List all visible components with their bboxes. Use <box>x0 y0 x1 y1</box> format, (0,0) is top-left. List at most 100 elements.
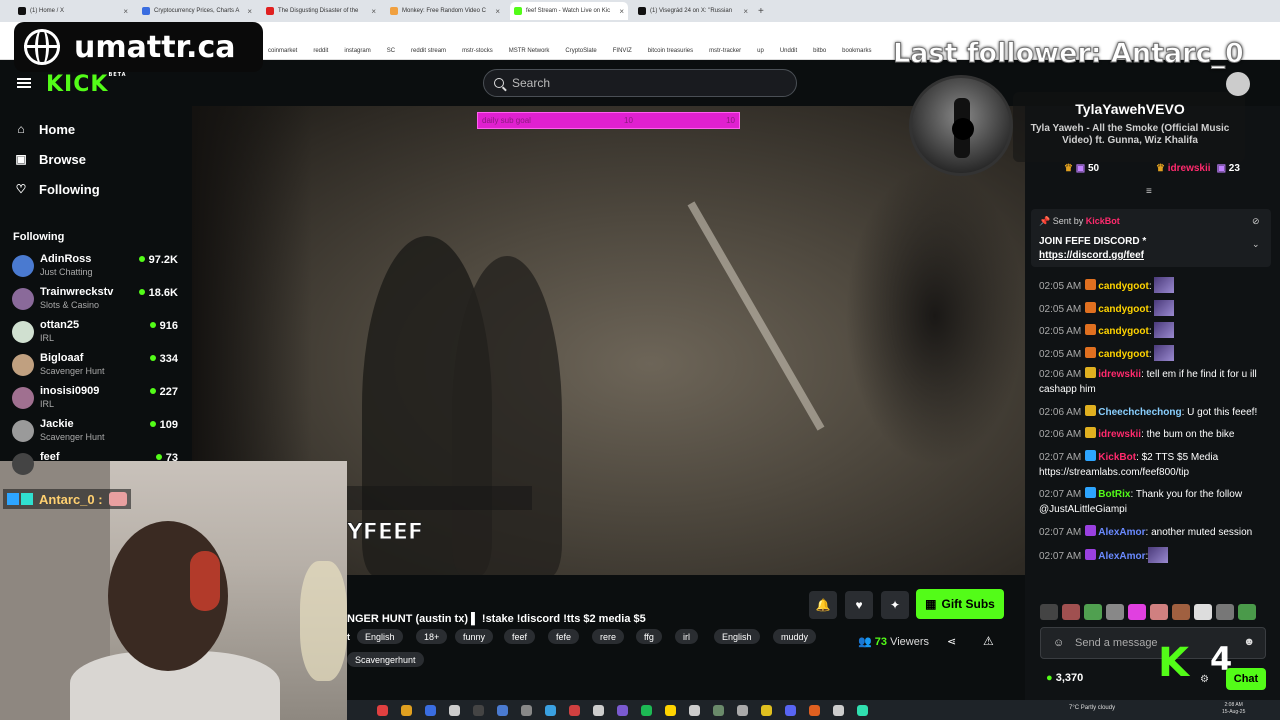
bookmark-item[interactable]: MSTR Network <box>509 48 550 54</box>
follow-button[interactable]: ♥ <box>845 591 873 619</box>
report-icon[interactable]: ⚠ <box>983 634 994 648</box>
emote-icon[interactable] <box>1238 604 1256 620</box>
emote-icon[interactable] <box>1172 604 1190 620</box>
close-icon[interactable]: × <box>619 7 624 16</box>
taskbar-app-icon[interactable] <box>833 704 844 716</box>
followed-channel-bigloaaf[interactable]: Bigloaaf Scavenger Hunt 334 <box>10 352 182 385</box>
sidebar-nav-browse[interactable]: ▣ Browse <box>14 148 184 170</box>
browser-tab[interactable]: (1) Visegrád 24 on X: "Russian × <box>634 2 752 20</box>
bookmark-item[interactable]: bitcoin treasuries <box>648 48 693 54</box>
share-icon[interactable]: ⋖ <box>947 635 956 648</box>
new-tab-icon[interactable]: + <box>758 6 764 17</box>
bookmark-item[interactable]: CryptoSlate <box>565 48 596 54</box>
browser-tab[interactable]: feef Stream - Watch Live on Kic × <box>510 2 628 20</box>
taskbar-app-icon[interactable] <box>737 704 748 716</box>
taskbar-app-icon[interactable] <box>857 704 868 716</box>
emote-icon[interactable] <box>1194 604 1212 620</box>
followed-channel-trainwreckstv[interactable]: Trainwreckstv Slots & Casino 18.6K <box>10 286 182 319</box>
taskbar-app-icon[interactable] <box>473 704 484 716</box>
stream-tag[interactable]: 18+ <box>416 629 448 644</box>
followed-channel-feef[interactable]: feef 73 <box>10 451 182 484</box>
settings-gear-icon[interactable]: ⚙ <box>1200 674 1209 685</box>
emote-icon[interactable] <box>1084 604 1102 620</box>
taskbar-app-icon[interactable] <box>545 704 556 716</box>
bookmark-item[interactable]: reddit stream <box>411 48 446 54</box>
emote-picker-icon[interactable]: ☺ <box>1053 637 1064 649</box>
bookmark-item[interactable]: bookmarks <box>842 48 871 54</box>
bookmark-item[interactable]: FINVIZ <box>613 48 632 54</box>
taskbar-app-icon[interactable] <box>809 704 820 716</box>
taskbar-app-icon[interactable] <box>641 704 652 716</box>
stream-tag[interactable]: ffg <box>636 629 662 644</box>
taskbar-app-icon[interactable] <box>521 704 532 716</box>
bookmark-item[interactable]: coinmarket <box>268 48 297 54</box>
chat-send-button[interactable]: Chat <box>1226 668 1266 690</box>
menu-icon[interactable] <box>17 78 31 88</box>
chat-username[interactable]: candygoot <box>1098 281 1149 292</box>
clip-button[interactable]: ✦ <box>881 591 909 619</box>
taskbar-app-icon[interactable] <box>665 704 676 716</box>
stream-category-fragment[interactable]: t <box>347 632 350 642</box>
bookmark-item[interactable]: SC <box>387 48 395 54</box>
taskbar-app-icon[interactable] <box>377 704 388 716</box>
chat-username[interactable]: idrewskii <box>1098 429 1141 440</box>
taskbar-app-icon[interactable] <box>449 704 460 716</box>
taskbar-app-icon[interactable] <box>689 704 700 716</box>
close-icon[interactable]: × <box>371 7 376 16</box>
stream-tag[interactable]: irl <box>675 629 698 644</box>
bookmark-item[interactable]: bitbo <box>813 48 826 54</box>
taskbar-app-icon[interactable] <box>593 704 604 716</box>
bookmark-item[interactable]: mstr-stocks <box>462 48 493 54</box>
chevron-down-icon[interactable]: ⌄ <box>1252 239 1260 250</box>
browser-tab[interactable]: Cryptocurrency Prices, Charts A × <box>138 2 256 20</box>
taskbar-app-icon[interactable] <box>713 704 724 716</box>
stream-tag[interactable]: muddy <box>773 629 817 644</box>
taskbar-app-icon[interactable] <box>401 704 412 716</box>
notification-bell-button[interactable]: 🔔 <box>809 591 837 619</box>
taskbar-app-icon[interactable] <box>617 704 628 716</box>
sidebar-nav-home[interactable]: ⌂ Home <box>14 118 184 140</box>
emote-icon[interactable] <box>1062 604 1080 620</box>
chat-username[interactable]: Cheechchechong <box>1098 407 1181 418</box>
stream-tag[interactable]: Scavengerhunt <box>347 652 424 667</box>
kick-logo[interactable]: KICKBETA <box>46 72 127 97</box>
bookmark-item[interactable]: mstr-tracker <box>709 48 741 54</box>
close-icon[interactable]: × <box>247 7 252 16</box>
chat-username[interactable]: candygoot <box>1098 304 1149 315</box>
chat-username[interactable]: KickBot <box>1098 452 1136 463</box>
chat-username[interactable]: AlexAmor <box>1098 551 1145 562</box>
stream-tag[interactable]: English <box>357 629 403 644</box>
close-icon[interactable]: × <box>743 7 748 16</box>
followed-channel-adinross[interactable]: AdinRoss Just Chatting 97.2K <box>10 253 182 286</box>
browser-tab[interactable]: The Disgusting Disaster of the × <box>262 2 380 20</box>
chat-username[interactable]: AlexAmor <box>1098 527 1145 538</box>
emote-icon[interactable] <box>1106 604 1124 620</box>
bookmark-item[interactable]: Unddit <box>780 48 797 54</box>
stream-tag[interactable]: funny <box>455 629 494 644</box>
stream-tag[interactable]: feef <box>504 629 536 644</box>
taskbar-app-icon[interactable] <box>425 704 436 716</box>
close-icon[interactable]: × <box>495 7 500 16</box>
followed-channel-inosisi0909[interactable]: inosisi0909 IRL 227 <box>10 385 182 418</box>
chat-username[interactable]: candygoot <box>1098 326 1149 337</box>
chat-username[interactable]: idrewskii <box>1098 369 1141 380</box>
taskbar-app-icon[interactable] <box>785 704 796 716</box>
channel-points[interactable]: ● 3,370 <box>1046 672 1083 684</box>
close-icon[interactable]: × <box>123 7 128 16</box>
bookmark-item[interactable]: instagram <box>344 48 370 54</box>
bookmark-item[interactable]: up <box>757 48 764 54</box>
taskbar-app-icon[interactable] <box>761 704 772 716</box>
emote-icon[interactable] <box>1128 604 1146 620</box>
taskbar-app-icon[interactable] <box>497 704 508 716</box>
sidebar-nav-following[interactable]: ♡ Following <box>14 178 184 200</box>
stream-tag[interactable]: fefe <box>548 629 580 644</box>
stream-tag[interactable]: English <box>714 629 760 644</box>
gift-subs-button[interactable]: ▦ Gift Subs <box>916 589 1004 619</box>
taskbar-app-icon[interactable] <box>569 704 580 716</box>
followed-channel-ottan25[interactable]: ottan25 IRL 916 <box>10 319 182 352</box>
pinned-link[interactable]: https://discord.gg/feef <box>1039 250 1144 261</box>
search-input[interactable]: Search <box>483 69 797 97</box>
chat-filter-icon[interactable]: ≡ <box>1146 186 1152 197</box>
followed-channel-jackie[interactable]: Jackie Scavenger Hunt 109 <box>10 418 182 451</box>
emote-icon[interactable] <box>1216 604 1234 620</box>
